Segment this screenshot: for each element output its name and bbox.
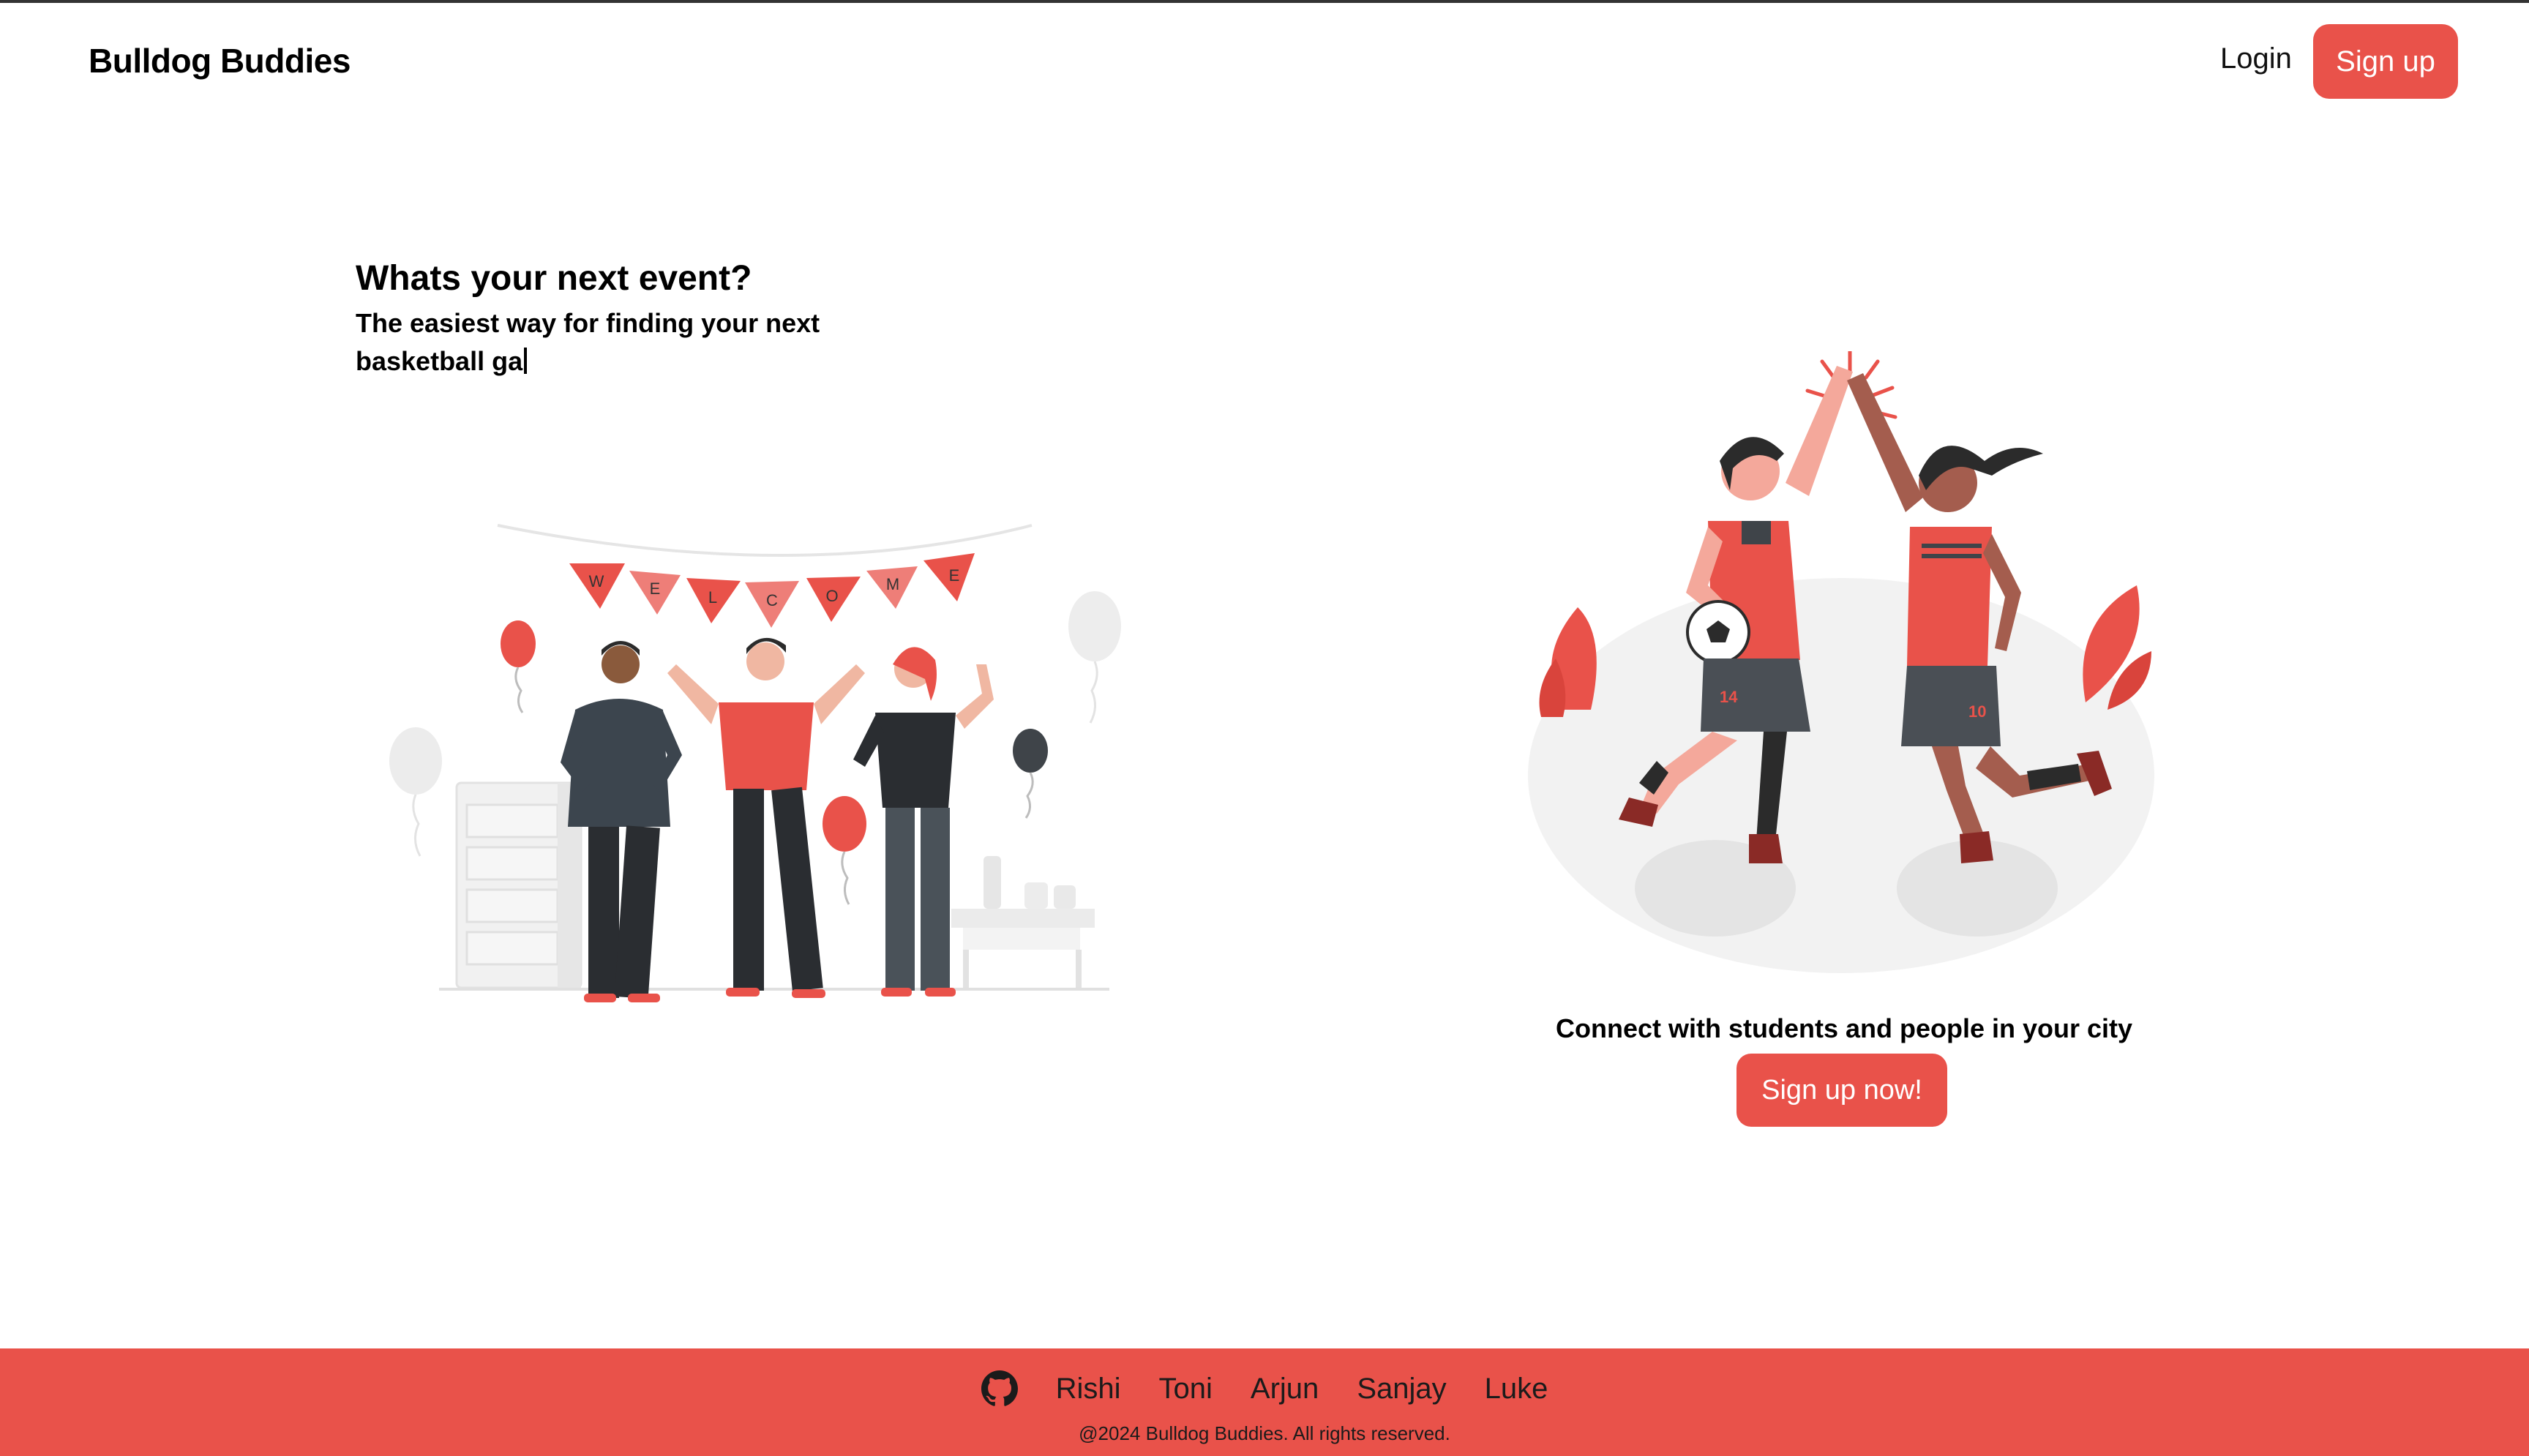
jersey-number-right: 10: [1968, 702, 1986, 721]
banner-letter-4: C: [766, 591, 778, 609]
banner-letter-3: L: [708, 588, 717, 607]
footer: Rishi Toni Arjun Sanjay Luke @2024 Bulld…: [0, 1348, 2529, 1456]
soccer-players-illustration: 14 10: [1528, 351, 2154, 973]
side-table: [951, 909, 1095, 928]
balloon-red-1: [501, 620, 536, 667]
footer-links: Rishi Toni Arjun Sanjay Luke: [0, 1370, 2529, 1407]
banner-letter-2: E: [650, 579, 661, 598]
login-link[interactable]: Login: [2220, 42, 2292, 75]
github-icon[interactable]: [981, 1370, 1018, 1407]
footer-link-arjun[interactable]: Arjun: [1251, 1373, 1319, 1406]
typewriter-text: The easiest way for finding your next ba…: [356, 307, 820, 376]
text-cursor: [524, 347, 528, 374]
connect-tagline: Connect with students and people in your…: [1555, 1013, 2133, 1043]
copyright-text: @2024 Bulldog Buddies. All rights reserv…: [1079, 1422, 1450, 1444]
footer-link-toni[interactable]: Toni: [1159, 1373, 1213, 1406]
footer-link-luke[interactable]: Luke: [1485, 1373, 1548, 1406]
signup-button[interactable]: Sign up: [2313, 24, 2458, 99]
banner-letter-7: E: [949, 566, 960, 585]
balloon-red-2: [823, 796, 866, 852]
welcome-banner: [569, 553, 975, 628]
hero-title: Whats your next event?: [356, 259, 752, 298]
banner-letter-1: W: [589, 572, 604, 590]
hero-section: Whats your next event? The easiest way f…: [356, 258, 868, 380]
footer-link-rishi[interactable]: Rishi: [1056, 1373, 1121, 1406]
hero-subtitle: The easiest way for finding your next ba…: [356, 304, 853, 380]
balloon-dark: [1013, 729, 1048, 773]
brand-logo[interactable]: Bulldog Buddies: [89, 41, 351, 80]
banner-letter-6: M: [886, 575, 899, 593]
top-border: [0, 0, 2529, 3]
signup-now-button[interactable]: Sign up now!: [1736, 1054, 1947, 1127]
footer-link-sanjay[interactable]: Sanjay: [1357, 1373, 1446, 1406]
welcome-party-illustration: W E L C O M E: [389, 524, 1121, 1002]
bunting-string: [497, 524, 1033, 557]
balloon-gray-left: [389, 727, 442, 795]
balloon-gray-right: [1068, 591, 1121, 661]
banner-letter-5: O: [825, 587, 838, 605]
jersey-number-left: 14: [1720, 688, 1738, 706]
